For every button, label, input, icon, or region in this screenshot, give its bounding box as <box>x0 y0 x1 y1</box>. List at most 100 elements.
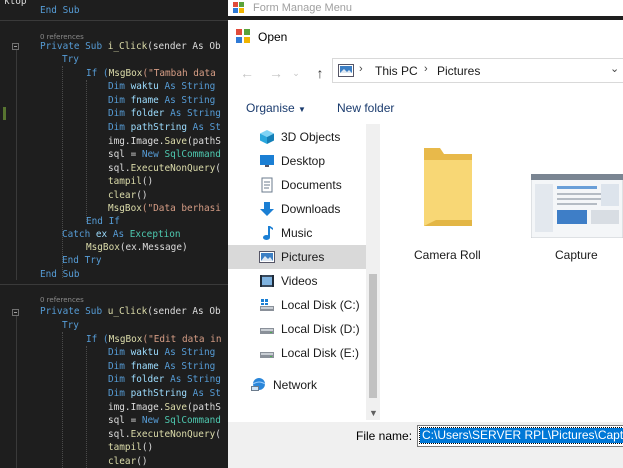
scroll-down-arrow-icon[interactable]: ▼ <box>369 408 378 418</box>
code-if: If (MsgBox("Tambah data <box>86 68 222 79</box>
code-msgbox: MsgBox("Data berhasi <box>108 203 221 214</box>
code-save: img.Image.Save(pathS <box>108 402 221 413</box>
chevron-down-icon: ⌄ <box>610 63 620 75</box>
file-name-label: File name: <box>356 429 413 443</box>
background-window-titlebar[interactable]: Form Manage Menu <box>228 0 623 16</box>
indent-guide <box>86 346 87 468</box>
dialog-titlebar[interactable]: Open <box>228 20 623 54</box>
command-bar: Organise ▼ New folder <box>228 94 623 122</box>
change-marker <box>3 107 6 120</box>
scrollbar-thumb[interactable] <box>369 274 377 398</box>
code-catch-msgbox: MsgBox(ex.Message) <box>86 242 188 253</box>
nav-item-network[interactable]: Network <box>228 373 366 397</box>
address-dropdown-button[interactable]: ⌄ <box>610 62 619 75</box>
nav-item-local-disk-e[interactable]: Local Disk (E:) <box>228 341 366 365</box>
arrow-left-icon: ← <box>240 65 254 81</box>
up-button[interactable]: ↑ <box>311 64 329 82</box>
videos-icon <box>260 275 274 287</box>
documents-icon <box>261 177 273 193</box>
editor-header: ktop <box>4 0 27 7</box>
nav-item-label: Videos <box>281 274 318 288</box>
code-try: Try <box>62 54 79 65</box>
nav-item-label: Local Disk (D:) <box>281 322 360 336</box>
cube-3d-icon <box>260 130 274 144</box>
form-icon <box>233 2 244 13</box>
file-name-input[interactable]: C:\Users\SERVER RPL\Pictures\Capture <box>417 425 623 447</box>
code-dim: Dim folder As String <box>108 374 221 385</box>
code-save: img.Image.Save(pathS <box>108 136 221 147</box>
music-icon <box>263 226 273 240</box>
nav-item-music[interactable]: Music <box>228 221 366 245</box>
codelens-references[interactable]: 0 references <box>40 296 84 304</box>
outline-bar <box>16 314 17 468</box>
code-dim: Dim pathString As St <box>108 122 221 133</box>
forward-button[interactable]: → <box>267 64 285 82</box>
nav-item-label: Local Disk (E:) <box>281 346 360 360</box>
indent-guide <box>62 66 63 278</box>
nav-item-local-disk-d[interactable]: Local Disk (D:) <box>228 317 366 341</box>
recent-locations-button[interactable]: ⌄ <box>290 64 302 82</box>
code-sql: sql = New SqlCommand <box>108 149 221 160</box>
arrow-up-icon: ↑ <box>316 65 324 81</box>
nav-item-downloads[interactable]: Downloads <box>228 197 366 221</box>
code-editor[interactable]: ktop End Sub 0 references Private Sub i_… <box>0 0 228 468</box>
collapse-toggle[interactable] <box>12 43 19 50</box>
code-exec: sql.ExecuteNonQuery( <box>108 429 221 440</box>
network-icon <box>251 378 266 391</box>
pictures-location-icon <box>338 64 354 77</box>
nav-item-videos[interactable]: Videos <box>228 269 366 293</box>
method-separator <box>0 20 228 21</box>
new-folder-button[interactable]: New folder <box>337 101 394 115</box>
breadcrumb-this-pc[interactable]: This PC <box>375 64 418 78</box>
desktop-icon <box>260 155 274 167</box>
code-exec: sql.ExecuteNonQuery( <box>108 163 221 174</box>
code-sql: sql = New SqlCommand <box>108 415 221 426</box>
file-list[interactable]: Camera Roll Capture <box>382 124 623 420</box>
code-end-sub: End Sub <box>40 269 80 280</box>
navigation-pane[interactable]: 3D Objects Desktop Documents Downloads M… <box>228 124 380 420</box>
file-name-value: C:\Users\SERVER RPL\Pictures\Capture <box>419 427 623 444</box>
nav-item-label: Local Disk (C:) <box>281 298 360 312</box>
indent-guide <box>86 80 87 222</box>
background-window-title: Form Manage Menu <box>253 2 353 14</box>
nav-item-label: Music <box>281 226 313 240</box>
code-tampil: tampil() <box>108 442 154 453</box>
drive-icon <box>260 352 274 358</box>
code-dim: Dim fname As String <box>108 361 216 372</box>
downloads-icon <box>260 202 274 216</box>
image-thumbnail-icon <box>531 174 623 238</box>
code-clear: clear() <box>108 190 148 201</box>
file-item-capture[interactable]: Capture <box>526 164 623 274</box>
dialog-title: Open <box>258 30 288 44</box>
app-icon <box>236 29 250 43</box>
open-file-dialog[interactable]: Open ← → ⌄ ↑ › This PC › Pictures ⌄ Orga… <box>228 20 623 468</box>
nav-item-label: 3D Objects <box>281 130 341 144</box>
breadcrumb-pictures[interactable]: Pictures <box>437 64 480 78</box>
nav-item-desktop[interactable]: Desktop <box>228 149 366 173</box>
code-dim: Dim waktu As String <box>108 347 216 358</box>
nav-item-pictures[interactable]: Pictures <box>228 245 366 269</box>
organise-button[interactable]: Organise ▼ <box>246 101 306 115</box>
code-sub-declaration: Private Sub u_Click(sender As Ob <box>40 306 221 317</box>
code-catch: Catch ex As Exception <box>62 229 181 240</box>
back-button[interactable]: ← <box>238 64 256 82</box>
folder-icon <box>424 148 472 226</box>
navigation-scrollbar[interactable]: ▼ <box>366 124 380 420</box>
file-label: Camera Roll <box>414 248 481 262</box>
nav-item-3d-objects[interactable]: 3D Objects <box>228 125 366 149</box>
nav-item-label: Network <box>273 378 318 392</box>
method-separator <box>0 284 228 285</box>
collapse-toggle[interactable] <box>12 309 19 316</box>
code-sub-declaration: Private Sub i_Click(sender As Ob <box>40 41 221 52</box>
outline-bar <box>16 44 17 280</box>
code-try: Try <box>62 320 79 331</box>
nav-item-label: Downloads <box>281 202 341 216</box>
code-clear: clear() <box>108 456 148 467</box>
address-bar[interactable]: › This PC › Pictures ⌄ <box>332 58 623 83</box>
file-item-camera-roll[interactable]: Camera Roll <box>414 142 496 272</box>
breadcrumb-separator: › <box>359 63 363 75</box>
nav-item-local-disk-c[interactable]: Local Disk (C:) <box>228 293 366 317</box>
drive-icon <box>260 328 274 334</box>
caret-down-icon: ▼ <box>298 105 306 114</box>
nav-item-documents[interactable]: Documents <box>228 173 366 197</box>
